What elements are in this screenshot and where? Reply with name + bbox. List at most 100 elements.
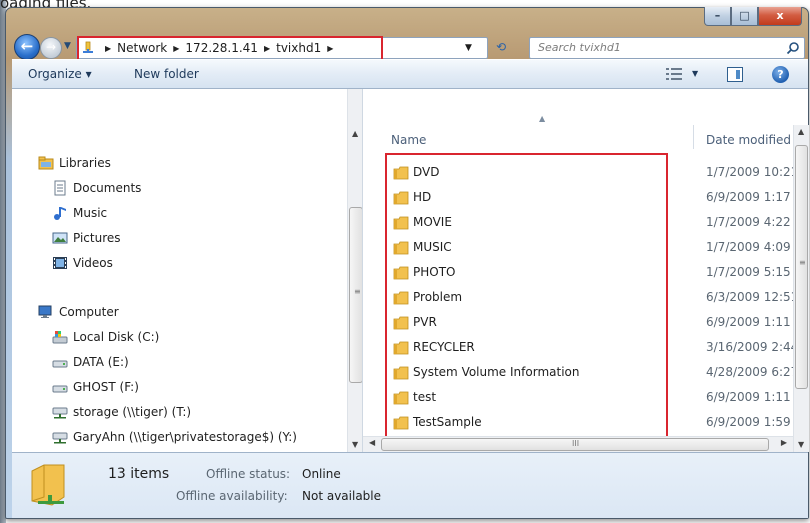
sidebar-item-computer[interactable]: Computer bbox=[38, 304, 119, 320]
file-name: TestSample bbox=[413, 415, 482, 429]
scroll-up-icon[interactable]: ▲ bbox=[352, 129, 358, 138]
offline-availability-value: Not available bbox=[302, 489, 382, 503]
offline-status-label: Offline status: bbox=[206, 467, 291, 481]
file-list-pane: ▲ Name Date modified DVD 1/7/2009 10:21 HD… bbox=[362, 89, 809, 452]
refresh-icon[interactable]: ⟲ bbox=[490, 37, 512, 59]
file-date-modified: 1/7/2009 5:15 / bbox=[706, 265, 794, 279]
scroll-left-icon[interactable]: ◀ bbox=[369, 438, 375, 447]
organize-button[interactable]: Organize ▾ bbox=[28, 67, 92, 81]
maximize-button[interactable]: □ bbox=[731, 7, 758, 26]
breadcrumb-separator-icon[interactable]: ▶ bbox=[105, 44, 111, 53]
breadcrumb-separator-icon[interactable]: ▶ bbox=[327, 44, 333, 53]
sidebar-item-music[interactable]: Music bbox=[52, 205, 107, 221]
folder-icon bbox=[393, 416, 409, 430]
file-date-modified: 6/9/2009 1:11 / bbox=[706, 315, 794, 329]
file-name: Problem bbox=[413, 290, 463, 304]
sidebar-item-libraries[interactable]: Libraries bbox=[38, 155, 111, 171]
address-dropdown-icon[interactable]: ▼ bbox=[465, 43, 472, 53]
file-list-horizontal-scrollbar[interactable]: ◀ III ▶ bbox=[363, 436, 793, 452]
minimize-button[interactable]: – bbox=[704, 7, 731, 26]
breadcrumb: ▶ Network ▶ 172.28.1.41 ▶ tvixhd1 ▶ bbox=[99, 41, 339, 55]
scroll-down-icon[interactable]: ▼ bbox=[798, 440, 804, 449]
table-row[interactable]: System Volume Information 4/28/2009 6:27 bbox=[393, 364, 794, 384]
table-row[interactable]: RECYCLER 3/16/2009 2:44 bbox=[393, 339, 794, 359]
table-row[interactable]: HD 6/9/2009 1:17 / bbox=[393, 189, 794, 209]
details-pane: 13 items Offline status: Online Offline … bbox=[12, 452, 808, 518]
sidebar-item-label: Documents bbox=[73, 181, 142, 195]
file-name: PVR bbox=[413, 315, 437, 329]
table-row[interactable]: PVR 6/9/2009 1:11 / bbox=[393, 314, 794, 334]
column-header-date-modified[interactable]: Date modified bbox=[706, 133, 791, 147]
breadcrumb-share[interactable]: tvixhd1 bbox=[276, 41, 321, 55]
preview-pane-icon[interactable] bbox=[727, 67, 743, 82]
file-date-modified: 1/7/2009 4:09 / bbox=[706, 240, 794, 254]
command-bar: Organize ▾ New folder ▼ ? bbox=[12, 59, 808, 89]
local-disk-icon bbox=[52, 331, 68, 344]
table-row[interactable]: Problem 6/3/2009 12:51 bbox=[393, 289, 794, 309]
breadcrumb-separator-icon[interactable]: ▶ bbox=[173, 44, 179, 53]
close-button[interactable]: x bbox=[758, 7, 802, 26]
folder-icon bbox=[393, 391, 409, 405]
breadcrumb-network[interactable]: Network bbox=[117, 41, 167, 55]
address-bar[interactable]: ▶ Network ▶ 172.28.1.41 ▶ tvixhd1 ▶ ▼ bbox=[76, 36, 488, 61]
navigation-pane: Libraries Documents Music Pictures Video… bbox=[12, 89, 364, 452]
scroll-thumb[interactable]: ≡ bbox=[349, 207, 363, 383]
folder-icon bbox=[393, 191, 409, 205]
search-input[interactable] bbox=[538, 41, 778, 54]
file-date-modified: 6/9/2009 1:17 / bbox=[706, 190, 794, 204]
file-date-modified: 1/7/2009 10:21 bbox=[706, 165, 794, 179]
new-folder-button[interactable]: New folder bbox=[134, 67, 199, 81]
recent-pages-chevron-icon[interactable]: ▼ bbox=[64, 41, 71, 51]
scroll-thumb[interactable]: III bbox=[381, 438, 769, 451]
file-list-vertical-scrollbar[interactable]: ▲ ≡ ▼ bbox=[793, 125, 809, 452]
grip-icon: III bbox=[572, 439, 580, 448]
breadcrumb-host[interactable]: 172.28.1.41 bbox=[185, 41, 258, 55]
scroll-right-icon[interactable]: ▶ bbox=[781, 438, 787, 447]
sidebar-item-ghost-drive[interactable]: GHOST (F:) bbox=[52, 379, 139, 395]
scroll-down-icon[interactable]: ▼ bbox=[352, 440, 358, 449]
file-name: DVD bbox=[413, 165, 440, 179]
sidebar-item-label: Local Disk (C:) bbox=[73, 330, 160, 344]
table-row[interactable]: test 6/9/2009 1:11 / bbox=[393, 389, 794, 409]
sidebar-item-garyahn-drive[interactable]: GaryAhn (\\tiger\privatestorage$) (Y:) bbox=[52, 429, 297, 445]
file-name: RECYCLER bbox=[413, 340, 475, 354]
views-dropdown-icon[interactable]: ▼ bbox=[692, 69, 698, 78]
sidebar-item-videos[interactable]: Videos bbox=[52, 255, 113, 271]
sidebar-item-pictures[interactable]: Pictures bbox=[52, 230, 121, 246]
file-date-modified: 1/7/2009 4:22 I bbox=[706, 215, 794, 229]
help-icon[interactable]: ? bbox=[772, 66, 789, 83]
file-date-modified: 6/9/2009 1:59 / bbox=[706, 415, 794, 429]
scroll-up-icon[interactable]: ▲ bbox=[798, 127, 804, 136]
column-divider[interactable] bbox=[693, 125, 694, 149]
table-row[interactable]: MUSIC 1/7/2009 4:09 / bbox=[393, 239, 794, 259]
table-row[interactable]: DVD 1/7/2009 10:21 bbox=[393, 164, 794, 184]
file-date-modified: 4/28/2009 6:27 bbox=[706, 365, 794, 379]
back-button[interactable]: ← bbox=[14, 34, 40, 60]
sidebar-item-documents[interactable]: Documents bbox=[52, 180, 141, 196]
scroll-thumb[interactable]: ≡ bbox=[795, 145, 808, 389]
search-box[interactable] bbox=[529, 37, 805, 59]
table-row[interactable]: MOVIE 1/7/2009 4:22 I bbox=[393, 214, 794, 234]
sidebar-item-label: storage (\\tiger) (T:) bbox=[73, 405, 192, 419]
sidebar-item-label: DATA (E:) bbox=[73, 355, 129, 369]
search-icon[interactable] bbox=[786, 41, 800, 55]
column-header-name[interactable]: Name bbox=[391, 133, 426, 147]
sidebar-item-storage-drive[interactable]: storage (\\tiger) (T:) bbox=[52, 404, 191, 420]
network-location-icon bbox=[83, 41, 93, 53]
table-row[interactable]: PHOTO 1/7/2009 5:15 / bbox=[393, 264, 794, 284]
sidebar-item-local-disk[interactable]: Local Disk (C:) bbox=[52, 329, 159, 345]
offline-status-value: Online bbox=[302, 467, 341, 481]
breadcrumb-separator-icon[interactable]: ▶ bbox=[264, 44, 270, 53]
folder-icon bbox=[393, 341, 409, 355]
documents-icon bbox=[54, 180, 66, 196]
grip-icon: ≡ bbox=[799, 258, 806, 267]
table-row[interactable]: TestSample 6/9/2009 1:59 / bbox=[393, 414, 794, 434]
file-date-modified: 6/9/2009 1:11 / bbox=[706, 390, 794, 404]
sidebar-item-label: Music bbox=[73, 206, 108, 220]
folder-icon bbox=[393, 366, 409, 380]
sidebar-item-data-drive[interactable]: DATA (E:) bbox=[52, 354, 129, 370]
item-count: 13 items bbox=[108, 466, 170, 482]
sidebar-item-label: Pictures bbox=[73, 231, 121, 245]
forward-button[interactable]: → bbox=[40, 37, 62, 59]
views-icon[interactable] bbox=[666, 68, 682, 80]
